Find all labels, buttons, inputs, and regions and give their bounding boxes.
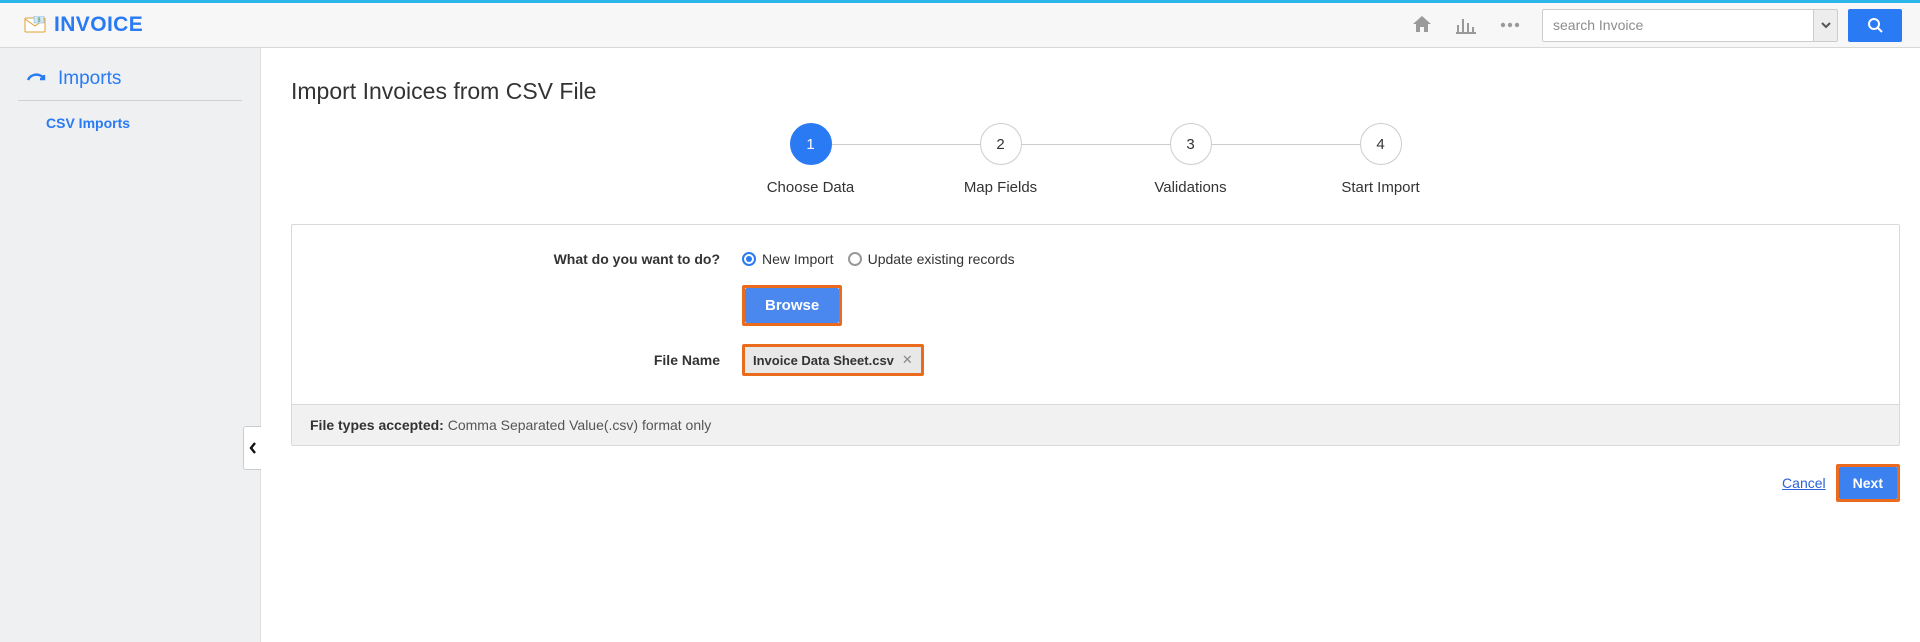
chevron-down-icon <box>1820 19 1832 31</box>
browse-button[interactable]: Browse <box>745 288 839 323</box>
radio-update-existing[interactable]: Update existing records <box>848 251 1015 267</box>
sidebar: Imports CSV Imports <box>0 48 261 642</box>
step-label: Start Import <box>1341 179 1419 196</box>
svg-text:$: $ <box>38 18 41 24</box>
form-row-browse: Browse <box>312 285 1879 326</box>
form-label-filename: File Name <box>312 352 742 368</box>
search-icon <box>1867 17 1883 33</box>
step-label: Validations <box>1154 179 1226 196</box>
sidebar-divider <box>18 100 242 101</box>
step-label: Map Fields <box>964 179 1037 196</box>
search-input[interactable] <box>1543 10 1813 41</box>
form-control-browse: Browse <box>742 285 842 326</box>
search-dropdown-toggle[interactable] <box>1813 10 1837 41</box>
step-circle: 1 <box>790 123 832 165</box>
sidebar-item-csv-imports[interactable]: CSV Imports <box>0 107 260 139</box>
footer-text: Comma Separated Value(.csv) format only <box>444 417 711 433</box>
redo-arrow-icon <box>26 70 48 88</box>
step-map-fields[interactable]: 2 Map Fields <box>906 123 1096 196</box>
form-panel: What do you want to do? New Import Updat… <box>291 224 1900 446</box>
cancel-link[interactable]: Cancel <box>1782 475 1826 491</box>
brand[interactable]: $ INVOICE <box>24 13 143 37</box>
sidebar-header-label: Imports <box>58 68 121 90</box>
step-connector <box>1191 144 1381 145</box>
radio-new-import[interactable]: New Import <box>742 251 834 267</box>
step-connector <box>811 144 1001 145</box>
page-title: Import Invoices from CSV File <box>291 78 1900 105</box>
more-options-icon[interactable] <box>1498 13 1522 37</box>
radio-dot-icon <box>742 252 756 266</box>
form-label-question: What do you want to do? <box>312 251 742 267</box>
panel-footer: File types accepted: Comma Separated Val… <box>292 404 1899 445</box>
sidebar-collapse-handle[interactable] <box>243 426 261 470</box>
radio-label: Update existing records <box>868 251 1015 267</box>
step-validations[interactable]: 3 Validations <box>1096 123 1286 196</box>
sidebar-item-label: CSV Imports <box>46 115 130 131</box>
search-wrap <box>1542 9 1902 42</box>
home-icon[interactable] <box>1410 13 1434 37</box>
brand-name: INVOICE <box>54 13 143 37</box>
form-panel-body: What do you want to do? New Import Updat… <box>292 225 1899 404</box>
form-control-filename: Invoice Data Sheet.csv ✕ <box>742 344 924 376</box>
search-field <box>1542 9 1838 42</box>
highlight-filename: Invoice Data Sheet.csv ✕ <box>742 344 924 376</box>
step-start-import[interactable]: 4 Start Import <box>1286 123 1476 196</box>
invoice-logo-icon: $ <box>24 15 46 35</box>
form-row-filename: File Name Invoice Data Sheet.csv ✕ <box>312 344 1879 376</box>
footer-label: File types accepted: <box>310 417 444 433</box>
step-circle: 3 <box>1170 123 1212 165</box>
chevron-left-icon <box>248 441 258 455</box>
form-row-choice: What do you want to do? New Import Updat… <box>312 251 1879 267</box>
next-button[interactable]: Next <box>1839 467 1897 499</box>
radio-dot-icon <box>848 252 862 266</box>
main-content: Import Invoices from CSV File 1 Choose D… <box>261 48 1920 642</box>
topbar-right <box>1410 9 1902 42</box>
file-chip: Invoice Data Sheet.csv ✕ <box>745 347 921 373</box>
radio-label: New Import <box>762 251 834 267</box>
stepper: 1 Choose Data 2 Map Fields 3 Validations… <box>291 123 1900 196</box>
bar-chart-icon[interactable] <box>1454 13 1478 37</box>
highlight-browse: Browse <box>742 285 842 326</box>
step-circle: 2 <box>980 123 1022 165</box>
step-label: Choose Data <box>767 179 855 196</box>
topbar: $ INVOICE <box>0 0 1920 48</box>
step-circle: 4 <box>1360 123 1402 165</box>
search-button[interactable] <box>1848 9 1902 42</box>
highlight-next: Next <box>1836 464 1900 502</box>
sidebar-header[interactable]: Imports <box>0 60 260 100</box>
form-control-choice: New Import Update existing records <box>742 251 1015 267</box>
form-actions: Cancel Next <box>291 464 1900 502</box>
file-chip-name: Invoice Data Sheet.csv <box>753 353 894 368</box>
step-choose-data[interactable]: 1 Choose Data <box>716 123 906 196</box>
remove-file-icon[interactable]: ✕ <box>902 352 913 368</box>
page: Imports CSV Imports Import Invoices from… <box>0 48 1920 642</box>
step-connector <box>1001 144 1191 145</box>
